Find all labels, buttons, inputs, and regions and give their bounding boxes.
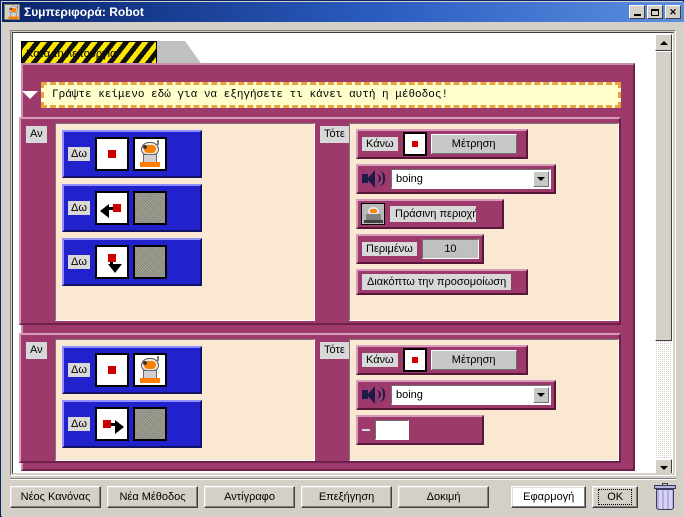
action-verb: Κάνω [361, 136, 399, 152]
action-method-value[interactable]: Μέτρηση [430, 134, 517, 154]
scroll-down-icon [659, 465, 668, 470]
condition-tile[interactable]: Δω [62, 238, 202, 286]
condition-tile[interactable]: Δω [62, 400, 202, 448]
direction-center-icon [402, 348, 427, 372]
trash-icon[interactable] [654, 483, 677, 511]
action-sound[interactable]: boing [356, 380, 556, 410]
direction-center-icon [94, 353, 129, 387]
wait-verb [361, 428, 371, 432]
robot-sprite-icon [132, 137, 167, 171]
test-button[interactable]: Δοκιμή [398, 486, 490, 508]
comment-row: Γράψτε κείμενο εδώ για να εξηγήσετε τι κ… [19, 81, 621, 109]
rule-block-1: Αν Δω Δω Δω Τότε Κάνω Μέτρηση boing Πράσ… [19, 117, 621, 325]
rule-2-then-label: Τότε [319, 341, 350, 360]
close-icon: ✕ [669, 6, 677, 17]
direction-center-icon [402, 132, 427, 156]
condition-verb: Δω [67, 254, 91, 270]
rule-1-conditions: Δω Δω Δω [55, 123, 315, 321]
wait-value[interactable]: 10 [421, 239, 479, 259]
rule-1-if-label: Αν [25, 125, 48, 144]
sound-value: boing [396, 389, 423, 401]
robot-sprite-icon [132, 353, 167, 387]
title-bar[interactable]: Συμπεριφορά: Robot ✕ [2, 2, 684, 22]
action-wait-partial[interactable] [356, 415, 484, 445]
action-method-value[interactable]: Μέτρηση [430, 350, 517, 370]
sound-value: boing [396, 173, 423, 185]
rule-block-2: Αν Δω Δω Τότε Κάνω Μέτρηση boing [19, 333, 621, 463]
vertical-scrollbar[interactable] [655, 34, 672, 473]
rule-2-conditions: Δω Δω [55, 339, 315, 461]
explain-button[interactable]: Επεξήγηση [301, 486, 393, 508]
editor-scroll-region: Κατά τη λειτουργία Γράψτε κείμενο εδώ γι… [12, 32, 674, 474]
direction-left-icon [94, 191, 129, 225]
ground-tile-icon [132, 245, 167, 279]
comment-text: Γράψτε κείμενο εδώ για να εξηγήσετε τι κ… [52, 89, 449, 101]
condition-tile[interactable]: Δω [62, 130, 202, 178]
chevron-down-icon[interactable] [533, 387, 549, 403]
window-title: Συμπεριφορά: Robot [24, 5, 144, 19]
stop-label: Διακόπτω την προσομοίωση [361, 273, 513, 291]
condition-verb: Δω [67, 362, 91, 378]
action-stop-simulation[interactable]: Διακόπτω την προσομοίωση [356, 269, 528, 295]
new-rule-button[interactable]: Νέος Κανόνας [10, 486, 102, 508]
action-do[interactable]: Κάνω Μέτρηση [356, 129, 528, 159]
rule-2-actions: Κάνω Μέτρηση boing [349, 339, 619, 461]
chevron-down-icon[interactable] [533, 171, 549, 187]
wait-verb: Περιμένω [361, 241, 418, 257]
ground-tile-icon [132, 407, 167, 441]
speaker-icon [361, 168, 387, 190]
scrollbar-thumb[interactable] [655, 51, 672, 341]
editor-frame: Κατά τη λειτουργία Γράψτε κείμενο εδώ γι… [10, 30, 676, 476]
wait-value[interactable] [375, 420, 409, 440]
rule-1-then-label: Τότε [319, 125, 350, 144]
scroll-up-icon [659, 40, 668, 45]
area-icon [361, 203, 385, 225]
maximize-icon [651, 8, 659, 16]
robot-icon [4, 4, 20, 20]
condition-tile[interactable]: Δω [62, 184, 202, 232]
behavior-window: Συμπεριφορά: Robot ✕ Κατά τη λειτουργία [0, 0, 684, 517]
comment-box[interactable]: Γράψτε κείμενο εδώ για να εξηγήσετε τι κ… [41, 82, 621, 108]
rule-1-actions: Κάνω Μέτρηση boing Πράσινη περιοχή Περιμ… [349, 123, 619, 321]
behavior-canvas: Κατά τη λειτουργία Γράψτε κείμενο εδώ γι… [13, 33, 656, 473]
collapse-triangle-icon[interactable] [19, 81, 41, 109]
speaker-icon [361, 384, 387, 406]
maximize-button[interactable] [647, 5, 663, 19]
condition-verb: Δω [67, 200, 91, 216]
copy-button[interactable]: Αντίγραφο [204, 486, 296, 508]
action-sound[interactable]: boing [356, 164, 556, 194]
minimize-button[interactable] [629, 5, 645, 19]
separator [10, 478, 676, 480]
footer-button-bar: Νέος Κανόνας Νέα Μέθοδος Αντίγραφο Επεξή… [10, 483, 677, 511]
method-name[interactable]: Πράσινη περιοχή [389, 205, 477, 223]
rule-2-if-label: Αν [25, 341, 48, 360]
ground-tile-icon [132, 191, 167, 225]
sound-combo[interactable]: boing [391, 385, 551, 405]
scroll-up-button[interactable] [655, 34, 672, 51]
action-method-call[interactable]: Πράσινη περιοχή [356, 199, 504, 229]
window-controls: ✕ [629, 5, 681, 19]
ok-button[interactable]: OK [592, 486, 639, 508]
direction-down-icon [94, 245, 129, 279]
action-verb: Κάνω [361, 352, 399, 368]
direction-right-icon [94, 407, 129, 441]
action-do[interactable]: Κάνω Μέτρηση [356, 345, 528, 375]
action-wait[interactable]: Περιμένω 10 [356, 234, 484, 264]
minimize-icon [633, 13, 641, 16]
condition-verb: Δω [67, 146, 91, 162]
direction-center-icon [94, 137, 129, 171]
ok-label: OK [598, 489, 633, 505]
tab-label: Κατά τη λειτουργία [26, 48, 117, 60]
apply-button[interactable]: Εφαρμογή [511, 486, 587, 508]
client-area: Κατά τη λειτουργία Γράψτε κείμενο εδώ γι… [2, 22, 684, 517]
scroll-down-button[interactable] [655, 459, 672, 473]
condition-tile[interactable]: Δω [62, 346, 202, 394]
sound-combo[interactable]: boing [391, 169, 551, 189]
condition-verb: Δω [67, 416, 91, 432]
new-method-button[interactable]: Νέα Μέθοδος [107, 486, 199, 508]
close-button[interactable]: ✕ [665, 5, 681, 19]
